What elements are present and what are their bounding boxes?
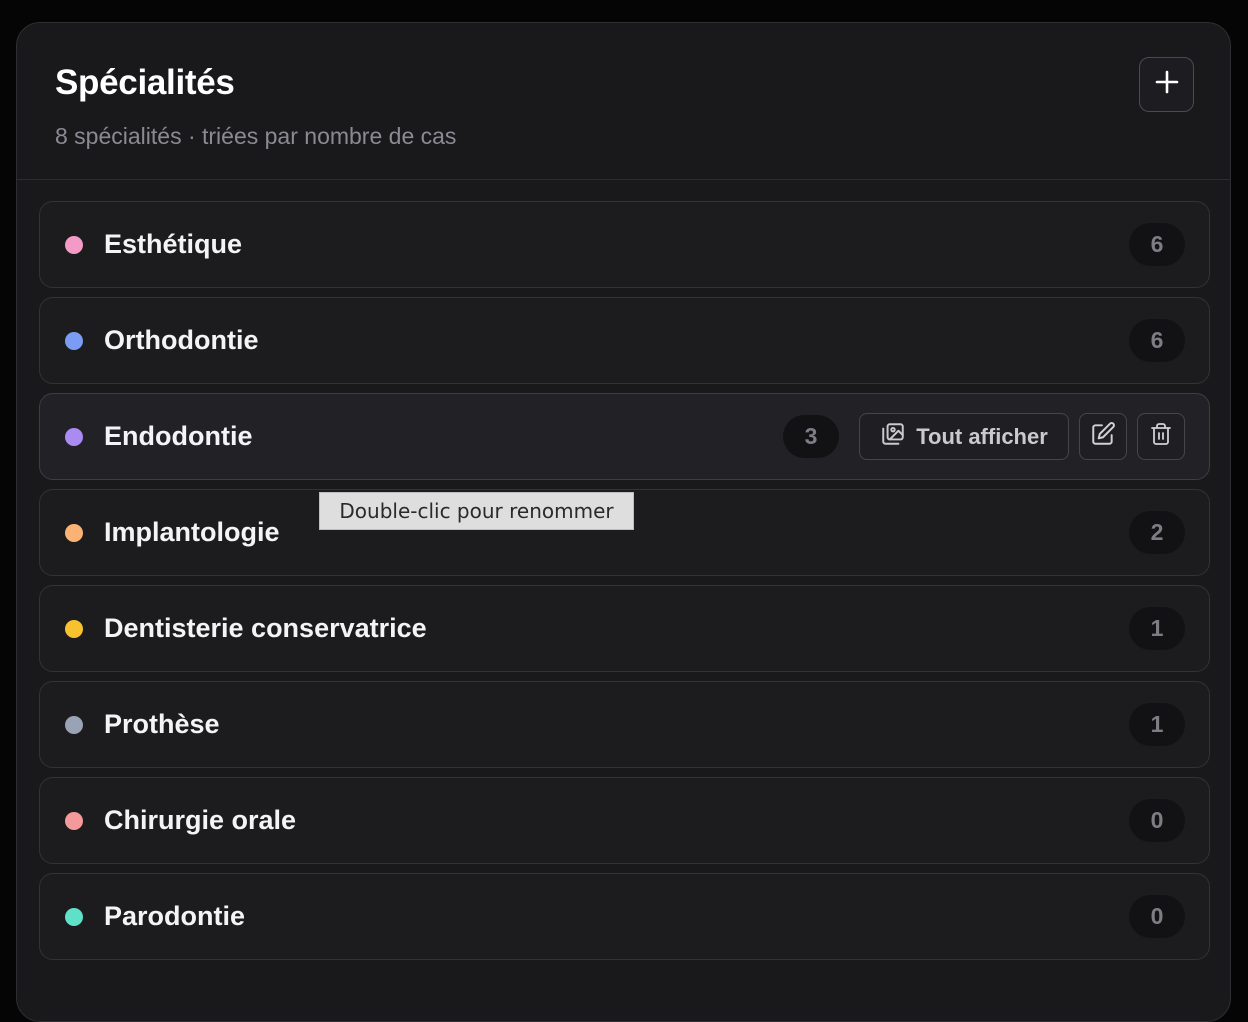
specialty-name[interactable]: Parodontie (104, 874, 245, 959)
specialty-name[interactable]: Dentisterie conservatrice (104, 586, 427, 671)
rename-tooltip: Double-clic pour renommer (319, 492, 634, 530)
delete-button[interactable] (1137, 413, 1185, 460)
case-count-badge: 6 (1129, 319, 1185, 362)
case-count-badge: 0 (1129, 799, 1185, 842)
rename-button[interactable] (1079, 413, 1127, 460)
case-count-badge: 6 (1129, 223, 1185, 266)
specialty-name[interactable]: Chirurgie orale (104, 778, 296, 863)
case-count-badge: 2 (1129, 511, 1185, 554)
specialty-name[interactable]: Endodontie (104, 394, 252, 479)
add-specialty-button[interactable] (1139, 57, 1194, 112)
specialty-name[interactable]: Orthodontie (104, 298, 258, 383)
case-count-badge: 1 (1129, 607, 1185, 650)
color-dot (65, 332, 83, 350)
trash-icon (1149, 422, 1173, 451)
specialty-name[interactable]: Esthétique (104, 202, 242, 287)
edit-icon (1090, 421, 1116, 452)
specialty-name[interactable]: Implantologie (104, 490, 280, 575)
show-all-label: Tout afficher (916, 423, 1048, 449)
specialty-row[interactable]: Orthodontie 6 (39, 297, 1210, 384)
specialty-row[interactable]: Dentisterie conservatrice 1 (39, 585, 1210, 672)
color-dot (65, 620, 83, 638)
specialty-row[interactable]: Endodontie 3 Tout afficher (39, 393, 1210, 480)
color-dot (65, 908, 83, 926)
color-dot (65, 716, 83, 734)
specialty-row[interactable]: Chirurgie orale 0 (39, 777, 1210, 864)
panel-header: Spécialités 8 spécialités · triées par n… (17, 23, 1230, 180)
case-count-badge: 3 (783, 415, 839, 458)
page-subtitle: 8 spécialités · triées par nombre de cas (55, 123, 457, 149)
case-count-badge: 1 (1129, 703, 1185, 746)
color-dot (65, 428, 83, 446)
specialty-row[interactable]: Parodontie 0 (39, 873, 1210, 960)
color-dot (65, 524, 83, 542)
color-dot (65, 236, 83, 254)
case-count-badge: 0 (1129, 895, 1185, 938)
show-all-button[interactable]: Tout afficher (859, 413, 1069, 460)
plus-icon (1154, 69, 1180, 100)
images-icon (880, 421, 906, 452)
color-dot (65, 812, 83, 830)
specialty-row[interactable]: Prothèse 1 (39, 681, 1210, 768)
page-title: Spécialités (55, 63, 235, 102)
specialty-row[interactable]: Esthétique 6 (39, 201, 1210, 288)
specialty-name[interactable]: Prothèse (104, 682, 220, 767)
